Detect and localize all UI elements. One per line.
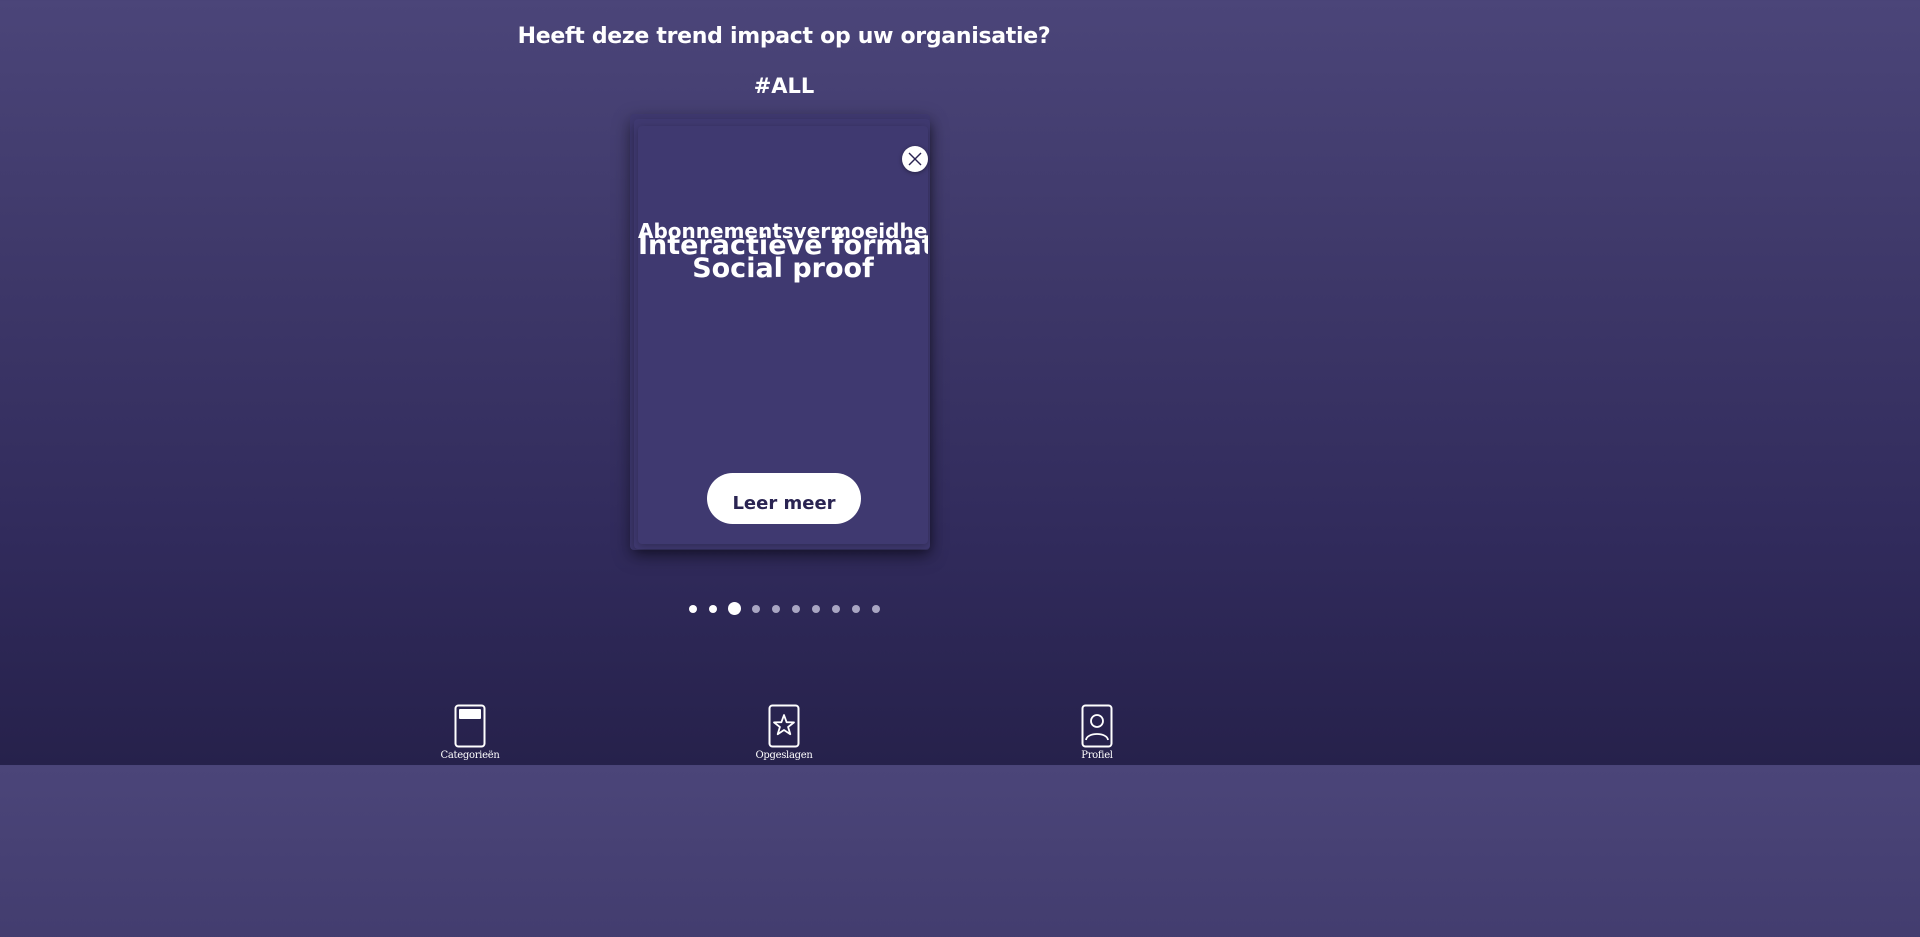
nav-item-profile[interactable]: Profiel bbox=[1057, 704, 1137, 761]
star-card-icon bbox=[768, 704, 800, 748]
nav-item-saved[interactable]: Opgeslagen bbox=[744, 704, 824, 761]
pagination-dot-active[interactable] bbox=[727, 602, 741, 615]
pagination-dot[interactable] bbox=[851, 604, 860, 613]
pagination-dot[interactable] bbox=[791, 604, 800, 613]
category-card-icon bbox=[454, 704, 486, 748]
close-icon bbox=[908, 152, 922, 166]
pagination-dot[interactable] bbox=[831, 604, 840, 613]
pagination-dot[interactable] bbox=[688, 604, 697, 613]
nav-label: Opgeslagen bbox=[755, 750, 813, 761]
pagination-dots bbox=[0, 602, 1568, 615]
learn-more-button[interactable]: Leer meer bbox=[707, 473, 861, 524]
nav-item-categories[interactable]: Categorieën bbox=[430, 704, 510, 761]
card-title: Social proof bbox=[692, 253, 874, 284]
page-question: Heeft deze trend impact op uw organisati… bbox=[517, 24, 1051, 49]
card-deck[interactable]: Abonnementsvermoeidhei Interactieve form… bbox=[630, 114, 938, 554]
pagination-dot[interactable] bbox=[811, 604, 820, 613]
bottom-nav: Categorieën Opgeslagen Profiel bbox=[0, 700, 1568, 765]
nav-label: Categorieën bbox=[440, 750, 500, 761]
pagination-dot[interactable] bbox=[771, 604, 780, 613]
category-tag: #ALL bbox=[753, 74, 815, 98]
pagination-dot[interactable] bbox=[871, 604, 880, 613]
nav-label: Profiel bbox=[1081, 750, 1113, 761]
pagination-dot[interactable] bbox=[708, 604, 717, 613]
close-button[interactable] bbox=[902, 146, 928, 172]
pagination-dot[interactable] bbox=[751, 604, 760, 613]
trend-card[interactable]: Abonnementsvermoeidhei Interactieve form… bbox=[638, 126, 928, 544]
profile-card-icon bbox=[1081, 704, 1113, 748]
